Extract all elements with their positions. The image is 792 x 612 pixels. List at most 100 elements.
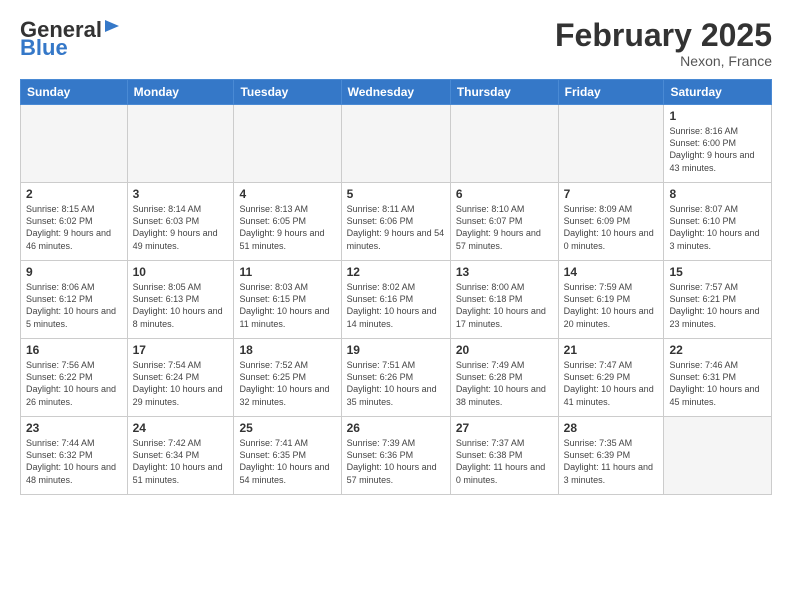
day-number: 5: [347, 187, 445, 201]
col-thursday: Thursday: [450, 80, 558, 105]
calendar-day-cell: 8 Sunrise: 8:07 AM Sunset: 6:10 PM Daylig…: [664, 183, 772, 261]
calendar-day-cell: 7Sunrise: 8:09 AM Sunset: 6:09 PM Daylig…: [558, 183, 664, 261]
day-number: 3: [133, 187, 229, 201]
day-info: Sunrise: 8:05 AM Sunset: 6:13 PM Dayligh…: [133, 281, 229, 330]
calendar-day-cell: [341, 105, 450, 183]
calendar-header-row: Sunday Monday Tuesday Wednesday Thursday…: [21, 80, 772, 105]
day-info: Sunrise: 8:00 AM Sunset: 6:18 PM Dayligh…: [456, 281, 553, 330]
day-info: Sunrise: 8:15 AM Sunset: 6:02 PM Dayligh…: [26, 203, 122, 252]
day-number: 25: [239, 421, 335, 435]
day-info: Sunrise: 7:42 AM Sunset: 6:34 PM Dayligh…: [133, 437, 229, 486]
day-info: Sunrise: 7:35 AM Sunset: 6:39 PM Dayligh…: [564, 437, 659, 486]
calendar-week-row: 1 Sunrise: 8:16 AM Sunset: 6:00 PM Daylig…: [21, 105, 772, 183]
day-number: 19: [347, 343, 445, 357]
day-info: Sunrise: 7:37 AM Sunset: 6:38 PM Dayligh…: [456, 437, 553, 486]
day-info: Sunrise: 8:02 AM Sunset: 6:16 PM Dayligh…: [347, 281, 445, 330]
day-info: Sunrise: 7:46 AM Sunset: 6:31 PM Dayligh…: [669, 359, 766, 408]
header: General Blue February 2025 Nexon, France: [20, 18, 772, 69]
calendar-day-cell: 21 Sunrise: 7:47 AM Sunset: 6:29 PM Dayli…: [558, 339, 664, 417]
calendar-day-cell: 20 Sunrise: 7:49 AM Sunset: 6:28 PM Dayli…: [450, 339, 558, 417]
calendar-day-cell: 26 Sunrise: 7:39 AM Sunset: 6:36 PM Dayli…: [341, 417, 450, 495]
calendar-day-cell: 14Sunrise: 7:59 AM Sunset: 6:19 PM Dayli…: [558, 261, 664, 339]
logo-blue-text: Blue: [20, 37, 68, 59]
calendar-day-cell: 3 Sunrise: 8:14 AM Sunset: 6:03 PM Daylig…: [127, 183, 234, 261]
calendar-day-cell: 1 Sunrise: 8:16 AM Sunset: 6:00 PM Daylig…: [664, 105, 772, 183]
day-info: Sunrise: 7:56 AM Sunset: 6:22 PM Dayligh…: [26, 359, 122, 408]
day-info: Sunrise: 8:10 AM Sunset: 6:07 PM Dayligh…: [456, 203, 553, 252]
calendar-day-cell: [21, 105, 128, 183]
col-friday: Friday: [558, 80, 664, 105]
calendar-day-cell: 12 Sunrise: 8:02 AM Sunset: 6:16 PM Dayli…: [341, 261, 450, 339]
day-info: Sunrise: 7:44 AM Sunset: 6:32 PM Dayligh…: [26, 437, 122, 486]
day-info: Sunrise: 7:39 AM Sunset: 6:36 PM Dayligh…: [347, 437, 445, 486]
calendar-day-cell: 18Sunrise: 7:52 AM Sunset: 6:25 PM Dayli…: [234, 339, 341, 417]
day-info: Sunrise: 7:51 AM Sunset: 6:26 PM Dayligh…: [347, 359, 445, 408]
day-number: 15: [669, 265, 766, 279]
calendar-day-cell: [234, 105, 341, 183]
col-saturday: Saturday: [664, 80, 772, 105]
calendar-day-cell: 2 Sunrise: 8:15 AM Sunset: 6:02 PM Daylig…: [21, 183, 128, 261]
calendar-day-cell: [127, 105, 234, 183]
day-number: 24: [133, 421, 229, 435]
calendar-day-cell: 13 Sunrise: 8:00 AM Sunset: 6:18 PM Dayli…: [450, 261, 558, 339]
calendar-day-cell: 19 Sunrise: 7:51 AM Sunset: 6:26 PM Dayli…: [341, 339, 450, 417]
day-number: 4: [239, 187, 335, 201]
day-number: 1: [669, 109, 766, 123]
calendar-day-cell: 5Sunrise: 8:11 AM Sunset: 6:06 PM Daylig…: [341, 183, 450, 261]
day-number: 10: [133, 265, 229, 279]
day-number: 18: [239, 343, 335, 357]
day-info: Sunrise: 8:14 AM Sunset: 6:03 PM Dayligh…: [133, 203, 229, 252]
day-number: 11: [239, 265, 335, 279]
day-info: Sunrise: 7:54 AM Sunset: 6:24 PM Dayligh…: [133, 359, 229, 408]
calendar-day-cell: 24 Sunrise: 7:42 AM Sunset: 6:34 PM Dayli…: [127, 417, 234, 495]
day-number: 27: [456, 421, 553, 435]
day-number: 7: [564, 187, 659, 201]
day-info: Sunrise: 8:06 AM Sunset: 6:12 PM Dayligh…: [26, 281, 122, 330]
title-block: February 2025 Nexon, France: [555, 18, 772, 69]
calendar-week-row: 23 Sunrise: 7:44 AM Sunset: 6:32 PM Dayli…: [21, 417, 772, 495]
day-number: 21: [564, 343, 659, 357]
calendar-week-row: 2 Sunrise: 8:15 AM Sunset: 6:02 PM Daylig…: [21, 183, 772, 261]
calendar-day-cell: [558, 105, 664, 183]
day-number: 12: [347, 265, 445, 279]
day-number: 13: [456, 265, 553, 279]
calendar-day-cell: [450, 105, 558, 183]
day-number: 8: [669, 187, 766, 201]
day-number: 26: [347, 421, 445, 435]
month-title: February 2025: [555, 18, 772, 53]
col-wednesday: Wednesday: [341, 80, 450, 105]
day-info: Sunrise: 8:16 AM Sunset: 6:00 PM Dayligh…: [669, 125, 766, 174]
day-info: Sunrise: 7:59 AM Sunset: 6:19 PM Dayligh…: [564, 281, 659, 330]
calendar-week-row: 9 Sunrise: 8:06 AM Sunset: 6:12 PM Daylig…: [21, 261, 772, 339]
day-info: Sunrise: 7:47 AM Sunset: 6:29 PM Dayligh…: [564, 359, 659, 408]
location: Nexon, France: [555, 53, 772, 69]
day-number: 23: [26, 421, 122, 435]
day-info: Sunrise: 7:57 AM Sunset: 6:21 PM Dayligh…: [669, 281, 766, 330]
calendar-day-cell: [664, 417, 772, 495]
day-number: 2: [26, 187, 122, 201]
calendar-day-cell: 6 Sunrise: 8:10 AM Sunset: 6:07 PM Daylig…: [450, 183, 558, 261]
calendar-table: Sunday Monday Tuesday Wednesday Thursday…: [20, 79, 772, 495]
day-info: Sunrise: 7:41 AM Sunset: 6:35 PM Dayligh…: [239, 437, 335, 486]
day-number: 28: [564, 421, 659, 435]
calendar-day-cell: 25 Sunrise: 7:41 AM Sunset: 6:35 PM Dayli…: [234, 417, 341, 495]
day-info: Sunrise: 8:03 AM Sunset: 6:15 PM Dayligh…: [239, 281, 335, 330]
logo: General Blue: [20, 18, 121, 59]
day-number: 9: [26, 265, 122, 279]
calendar-day-cell: 27 Sunrise: 7:37 AM Sunset: 6:38 PM Dayli…: [450, 417, 558, 495]
col-monday: Monday: [127, 80, 234, 105]
col-sunday: Sunday: [21, 80, 128, 105]
calendar-day-cell: 17 Sunrise: 7:54 AM Sunset: 6:24 PM Dayli…: [127, 339, 234, 417]
day-number: 16: [26, 343, 122, 357]
logo-flag-icon: [103, 18, 121, 40]
col-tuesday: Tuesday: [234, 80, 341, 105]
day-info: Sunrise: 7:49 AM Sunset: 6:28 PM Dayligh…: [456, 359, 553, 408]
page: General Blue February 2025 Nexon, France…: [0, 0, 792, 612]
day-number: 17: [133, 343, 229, 357]
day-number: 6: [456, 187, 553, 201]
calendar-day-cell: 4 Sunrise: 8:13 AM Sunset: 6:05 PM Daylig…: [234, 183, 341, 261]
day-number: 20: [456, 343, 553, 357]
day-info: Sunrise: 8:07 AM Sunset: 6:10 PM Dayligh…: [669, 203, 766, 252]
calendar-day-cell: 11 Sunrise: 8:03 AM Sunset: 6:15 PM Dayli…: [234, 261, 341, 339]
day-info: Sunrise: 8:13 AM Sunset: 6:05 PM Dayligh…: [239, 203, 335, 252]
